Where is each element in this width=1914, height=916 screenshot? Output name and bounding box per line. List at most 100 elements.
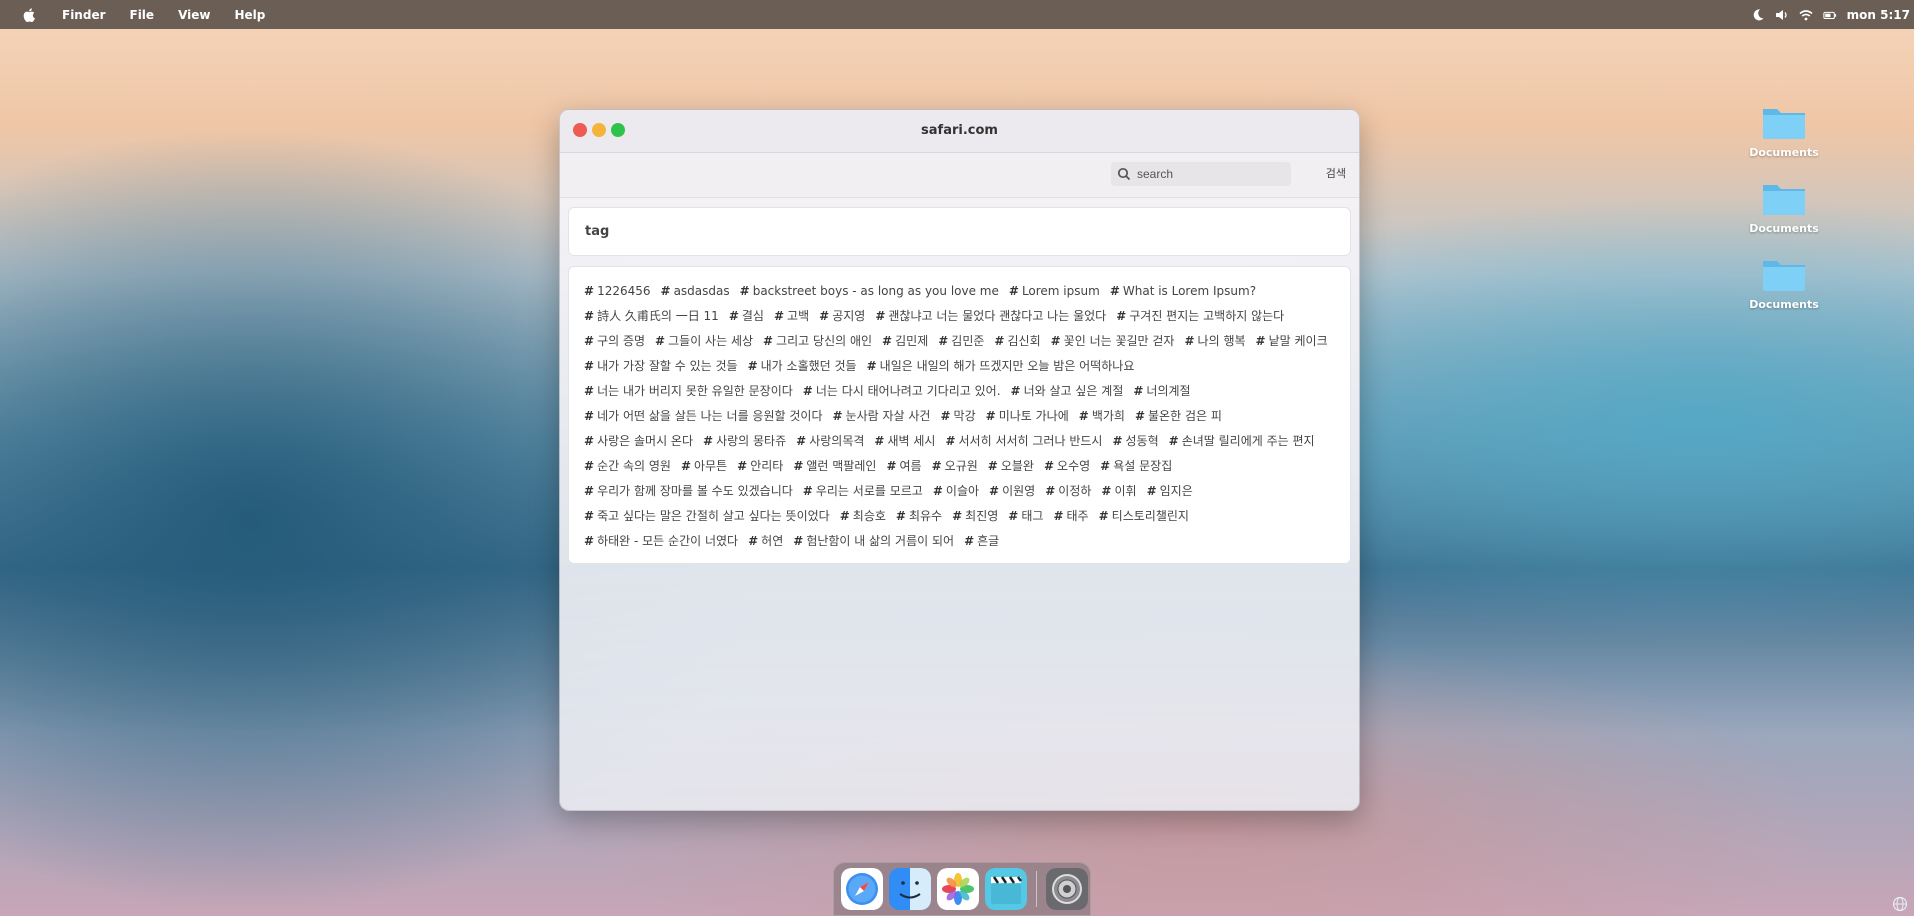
battery-icon[interactable] (1823, 8, 1837, 22)
finder-icon[interactable] (889, 868, 931, 910)
desktop-documents-3[interactable]: Documents (1744, 257, 1824, 311)
tag-link[interactable]: # 우리가 함께 장마를 볼 수도 있겠습니다 (584, 481, 793, 501)
apple-icon[interactable] (22, 7, 36, 22)
tag-link[interactable]: # 구의 증명 (584, 331, 645, 351)
tag-link[interactable]: # asdasdas (661, 281, 730, 301)
tag-link[interactable]: # 우리는 서로를 모르고 (803, 481, 923, 501)
tag-link[interactable]: # 너는 내가 버리지 못한 유일한 문장이다 (584, 381, 793, 401)
tag-link[interactable]: # 새벽 세시 (874, 431, 935, 451)
tag-link[interactable]: # 안리타 (737, 456, 783, 476)
tag-link[interactable]: # 너의계절 (1133, 381, 1190, 401)
tag-link[interactable]: # 흔글 (964, 531, 999, 551)
tag-link[interactable]: # 고백 (774, 306, 809, 326)
hash-icon: # (1133, 384, 1144, 398)
menu-file[interactable]: File (130, 8, 155, 22)
desktop-documents-1[interactable]: Documents (1744, 105, 1824, 159)
tag-label: What is Lorem Ipsum? (1122, 284, 1257, 298)
tag-link[interactable]: # 오블완 (988, 456, 1034, 476)
tag-link[interactable]: # 괜찮냐고 너는 물었다 괜찮다고 나는 울었다 (875, 306, 1106, 326)
tag-link[interactable]: # 이휘 (1101, 481, 1136, 501)
tag-link[interactable]: # 아무튼 (681, 456, 727, 476)
search-icon (1117, 167, 1131, 181)
title-bar[interactable]: safari.com (560, 110, 1359, 153)
tag-link[interactable]: # 불온한 검은 피 (1135, 406, 1222, 426)
tag-link[interactable]: # 손녀딸 릴리에게 주는 편지 (1169, 431, 1315, 451)
tag-link[interactable]: # 이슬아 (933, 481, 979, 501)
tag-link[interactable]: # 미나토 가나에 (986, 406, 1069, 426)
tag-link[interactable]: # 험난함이 내 삶의 거름이 되어 (793, 531, 954, 551)
tag-link[interactable]: # 눈사람 자살 사건 (833, 406, 931, 426)
tag-link[interactable]: # 詩人 久甫氏의 一日 11 (584, 306, 719, 326)
tag-label: 고백 (787, 309, 810, 323)
tag-link[interactable]: # 낱말 케이크 (1256, 331, 1328, 351)
tag-link[interactable]: # 내가 소홀했던 것들 (748, 356, 857, 376)
tag-link[interactable]: # 최진영 (952, 506, 998, 526)
tag-link[interactable]: # 너는 다시 태어나려고 기다리고 있어. (803, 381, 1001, 401)
tag-link[interactable]: # 네가 어떤 삶을 살든 나는 너를 응원할 것이다 (584, 406, 823, 426)
tag-link[interactable]: # 사랑의목격 (796, 431, 864, 451)
photos-icon[interactable] (937, 868, 979, 910)
tag-link[interactable]: # 그리고 당신의 애인 (763, 331, 872, 351)
tag-link[interactable]: # 너와 살고 싶은 계절 (1011, 381, 1124, 401)
tag-link[interactable]: # 임지은 (1147, 481, 1193, 501)
tag-link[interactable]: # 태주 (1053, 506, 1088, 526)
dock (833, 862, 1091, 916)
tag-link[interactable]: # 여름 (886, 456, 921, 476)
tag-link[interactable]: # 오수영 (1044, 456, 1090, 476)
clock[interactable]: mon 5:17 (1847, 8, 1910, 22)
tag-link[interactable]: # 죽고 싶다는 말은 간절히 살고 싶다는 뜻이었다 (584, 506, 830, 526)
tag-link[interactable]: # What is Lorem Ipsum? (1110, 281, 1256, 301)
desktop-documents-2[interactable]: Documents (1744, 181, 1824, 235)
tag-link[interactable]: # 백가희 (1079, 406, 1125, 426)
moon-icon[interactable] (1751, 8, 1765, 22)
tag-link[interactable]: # 그들이 사는 세상 (655, 331, 753, 351)
tag-link[interactable]: # 내가 가장 잘할 수 있는 것들 (584, 356, 738, 376)
tag-link[interactable]: # 티스토리챌린지 (1099, 506, 1189, 526)
tag-label: 그들이 사는 세상 (668, 334, 754, 348)
tag-link[interactable]: # 허연 (748, 531, 783, 551)
search-box[interactable] (1111, 162, 1291, 186)
tag-link[interactable]: # 내일은 내일의 해가 뜨겠지만 오늘 밤은 어떡하나요 (867, 356, 1135, 376)
tag-link[interactable]: # 하태완 - 모든 순간이 너였다 (584, 531, 738, 551)
hash-icon: # (866, 359, 877, 373)
menu-finder[interactable]: Finder (62, 8, 106, 22)
tag-link[interactable]: # 김신회 (994, 331, 1040, 351)
search-button[interactable]: 검색 (1326, 162, 1346, 186)
tag-link[interactable]: # 이원영 (989, 481, 1035, 501)
clips-icon[interactable] (985, 868, 1027, 910)
tag-link[interactable]: # 성동혁 (1112, 431, 1158, 451)
volume-icon[interactable] (1775, 8, 1789, 22)
search-input[interactable] (1135, 166, 1289, 182)
tag-link[interactable]: # 욕설 문장집 (1100, 456, 1172, 476)
menu-view[interactable]: View (178, 8, 210, 22)
tag-link[interactable]: # 순간 속의 영원 (584, 456, 671, 476)
safari-icon[interactable] (841, 868, 883, 910)
tag-link[interactable]: # 결심 (729, 306, 764, 326)
tag-link[interactable]: # 김민제 (882, 331, 928, 351)
tag-link[interactable]: # 오규원 (932, 456, 978, 476)
tag-label: 사랑의 몽타쥬 (716, 434, 787, 448)
tag-link[interactable]: # 최승호 (840, 506, 886, 526)
tag-link[interactable]: # 구겨진 편지는 고백하지 않는다 (1116, 306, 1284, 326)
tag-link[interactable]: # 앨런 맥팔레인 (793, 456, 876, 476)
tag-link[interactable]: # 공지영 (819, 306, 865, 326)
tag-link[interactable]: # 막강 (940, 406, 975, 426)
tag-link[interactable]: # 태그 (1008, 506, 1043, 526)
tag-link[interactable]: # 최유수 (896, 506, 942, 526)
settings-icon[interactable] (1046, 868, 1088, 910)
tag-link[interactable]: # 나의 행복 (1184, 331, 1245, 351)
menu-help[interactable]: Help (234, 8, 265, 22)
tag-link[interactable]: # 꽃인 너는 꽃길만 걷자 (1051, 331, 1175, 351)
tag-link[interactable]: # 사랑은 솔머시 온다 (584, 431, 693, 451)
tag-link[interactable]: #1226456 (584, 281, 651, 301)
tag-link[interactable]: # 김민준 (938, 331, 984, 351)
tag-link[interactable]: # Lorem ipsum (1009, 281, 1100, 301)
tag-link[interactable]: # 서서히 서서히 그러나 반드시 (945, 431, 1102, 451)
tag-label: 하태완 - 모든 순간이 너였다 (597, 534, 739, 548)
wifi-icon[interactable] (1799, 8, 1813, 22)
tag-link[interactable]: # 이정하 (1045, 481, 1091, 501)
tag-link[interactable]: # 사랑의 몽타쥬 (703, 431, 786, 451)
tag-label: 눈사람 자살 사건 (845, 409, 931, 423)
globe-icon[interactable] (1892, 896, 1908, 912)
tag-link[interactable]: # backstreet boys - as long as you love m… (740, 281, 999, 301)
